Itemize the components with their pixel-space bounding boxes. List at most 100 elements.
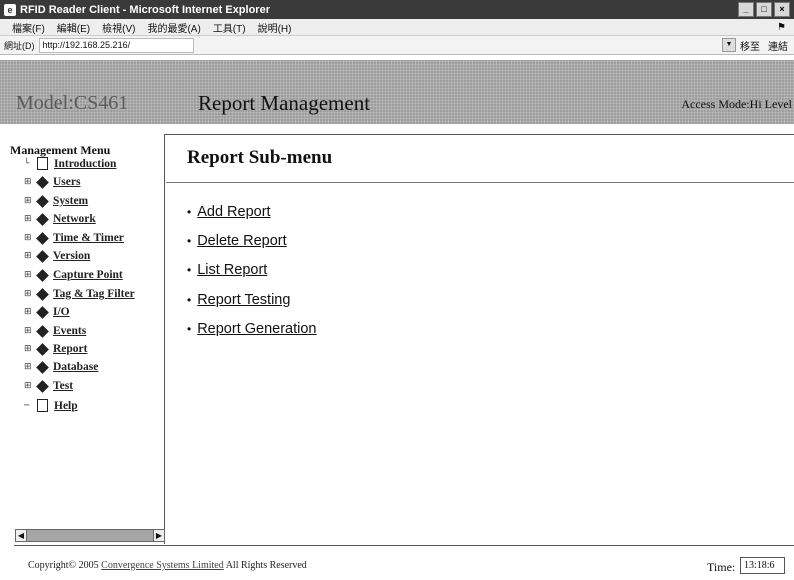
maximize-button[interactable]: □ bbox=[756, 2, 772, 17]
ie-icon: e bbox=[4, 3, 16, 16]
folder-icon bbox=[36, 231, 49, 245]
sidebar-item-tag-filter[interactable]: ⊞ Tag & Tag Filter bbox=[24, 287, 135, 301]
menu-view[interactable]: 檢視(V) bbox=[102, 20, 135, 35]
sidebar-item-network[interactable]: ⊞ Network bbox=[24, 212, 96, 226]
report-testing-link[interactable]: • Report Testing bbox=[187, 292, 290, 308]
expand-icon[interactable]: ⊞ bbox=[24, 270, 35, 280]
delete-report-link[interactable]: • Delete Report bbox=[187, 233, 287, 249]
list-report-link[interactable]: • List Report bbox=[187, 262, 267, 278]
copyright-prefix: Copyright© 2005 bbox=[28, 560, 99, 571]
sidebar-scrollbar[interactable]: ◀ ▶ bbox=[15, 529, 165, 542]
sidebar-item-label[interactable]: Help bbox=[54, 400, 78, 412]
go-button[interactable]: 移至 bbox=[740, 38, 760, 53]
sidebar-item-label[interactable]: Events bbox=[53, 325, 86, 337]
menu-file[interactable]: 檔案(F) bbox=[12, 20, 45, 35]
expand-icon[interactable]: ⊞ bbox=[24, 177, 35, 187]
sidebar-item-capture-point[interactable]: ⊞ Capture Point bbox=[24, 268, 123, 282]
bullet-icon: • bbox=[187, 234, 192, 248]
expand-icon[interactable]: ⊞ bbox=[24, 307, 35, 317]
menu-tools[interactable]: 工具(T) bbox=[213, 20, 246, 35]
close-button[interactable]: × bbox=[774, 2, 790, 17]
link-text[interactable]: Delete Report bbox=[197, 233, 286, 249]
sidebar-item-label[interactable]: Database bbox=[53, 361, 98, 373]
folder-icon bbox=[36, 324, 49, 338]
folder-icon bbox=[36, 305, 49, 319]
sidebar-item-help[interactable]: ─ Help bbox=[24, 399, 78, 412]
copyright-suffix: All Rights Reserved bbox=[225, 560, 307, 571]
link-text[interactable]: Add Report bbox=[197, 204, 270, 220]
scroll-right-icon[interactable]: ▶ bbox=[153, 530, 164, 541]
expand-icon[interactable]: ⊞ bbox=[24, 362, 35, 372]
expand-icon[interactable]: ⊞ bbox=[24, 214, 35, 224]
sidebar-item-time-timer[interactable]: ⊞ Time & Timer bbox=[24, 231, 124, 245]
link-text[interactable]: Report Generation bbox=[197, 321, 316, 337]
doc-icon bbox=[37, 399, 48, 412]
sidebar-title: Management Menu bbox=[10, 143, 111, 157]
sidebar-item-system[interactable]: ⊞ System bbox=[24, 194, 88, 208]
access-mode: Access Mode:Hi Level bbox=[681, 97, 792, 111]
doc-icon bbox=[37, 157, 48, 170]
bullet-icon: • bbox=[187, 205, 192, 219]
sidebar-item-introduction[interactable]: └ Introduction bbox=[24, 157, 116, 170]
sidebar-item-io[interactable]: ⊞ I/O bbox=[24, 305, 70, 319]
expand-icon[interactable]: ⊞ bbox=[24, 326, 35, 336]
expand-icon[interactable]: ⊞ bbox=[24, 233, 35, 243]
sidebar-item-label[interactable]: Capture Point bbox=[53, 269, 123, 281]
expand-icon[interactable]: ⊞ bbox=[24, 289, 35, 299]
sidebar-item-report[interactable]: ⊞ Report bbox=[24, 342, 88, 356]
sidebar-item-label[interactable]: Report bbox=[53, 343, 88, 355]
sidebar-item-users[interactable]: ⊞ Users bbox=[24, 175, 80, 189]
folder-icon bbox=[36, 212, 49, 226]
expand-icon[interactable]: ⊞ bbox=[24, 196, 35, 206]
sidebar-item-label[interactable]: Tag & Tag Filter bbox=[53, 288, 135, 300]
links-button[interactable]: 連結 bbox=[768, 38, 788, 53]
folder-icon bbox=[36, 268, 49, 282]
sidebar-item-label[interactable]: Users bbox=[53, 176, 80, 188]
menu-edit[interactable]: 編輯(E) bbox=[57, 20, 90, 35]
add-report-link[interactable]: • Add Report bbox=[187, 204, 271, 220]
sidebar-item-version[interactable]: ⊞ Version bbox=[24, 249, 90, 263]
model-label: Model:CS461 bbox=[16, 92, 129, 114]
window-title: RFID Reader Client - Microsoft Internet … bbox=[20, 3, 270, 16]
menu-help[interactable]: 說明(H) bbox=[258, 20, 292, 35]
expand-icon[interactable]: ⊞ bbox=[24, 344, 35, 354]
address-dropdown-icon[interactable]: ▼ bbox=[722, 38, 736, 52]
company-link[interactable]: Convergence Systems Limited bbox=[101, 560, 224, 571]
sidebar-item-label[interactable]: Introduction bbox=[54, 158, 116, 170]
bullet-icon: • bbox=[187, 322, 192, 336]
folder-icon bbox=[36, 194, 49, 208]
report-generation-link[interactable]: • Report Generation bbox=[187, 321, 317, 337]
sidebar-item-label[interactable]: System bbox=[53, 195, 88, 207]
menu-favorites[interactable]: 我的最愛(A) bbox=[147, 20, 200, 35]
folder-icon bbox=[36, 360, 49, 374]
sidebar-item-label[interactable]: Test bbox=[53, 380, 73, 392]
address-label: 網址(D) bbox=[4, 40, 35, 51]
expand-icon[interactable]: ⊞ bbox=[24, 381, 35, 391]
link-text[interactable]: List Report bbox=[197, 262, 267, 278]
folder-icon bbox=[36, 379, 49, 393]
minimize-button[interactable]: _ bbox=[738, 2, 754, 17]
sidebar-item-label[interactable]: I/O bbox=[53, 306, 70, 318]
address-input[interactable]: http://192.168.25.216/ bbox=[38, 37, 194, 53]
bullet-icon: • bbox=[187, 293, 192, 307]
expand-icon[interactable]: ⊞ bbox=[24, 251, 35, 261]
time-label: Time: bbox=[707, 560, 736, 574]
bullet-icon: • bbox=[187, 263, 192, 277]
scroll-left-icon[interactable]: ◀ bbox=[16, 530, 27, 541]
folder-icon bbox=[36, 287, 49, 301]
sidebar-item-database[interactable]: ⊞ Database bbox=[24, 360, 98, 374]
submenu-title: Report Sub-menu bbox=[187, 147, 333, 168]
divider bbox=[166, 182, 794, 183]
folder-icon bbox=[36, 175, 49, 189]
sidebar-item-label[interactable]: Network bbox=[53, 213, 96, 225]
link-text[interactable]: Report Testing bbox=[197, 292, 290, 308]
tree-connector-icon: └ bbox=[24, 158, 30, 169]
sidebar-item-label[interactable]: Version bbox=[53, 250, 90, 262]
sidebar-item-label[interactable]: Time & Timer bbox=[53, 232, 124, 244]
sidebar-item-events[interactable]: ⊞ Events bbox=[24, 324, 86, 338]
address-bar: 網址(D) http://192.168.25.216/ ▼ 移至 連結 bbox=[0, 36, 794, 55]
divider bbox=[14, 545, 794, 546]
sidebar-item-test[interactable]: ⊞ Test bbox=[24, 379, 73, 393]
menu-bar: 檔案(F) 編輯(E) 檢視(V) 我的最愛(A) 工具(T) 說明(H) ⚑ bbox=[0, 19, 794, 36]
divider bbox=[165, 134, 794, 135]
